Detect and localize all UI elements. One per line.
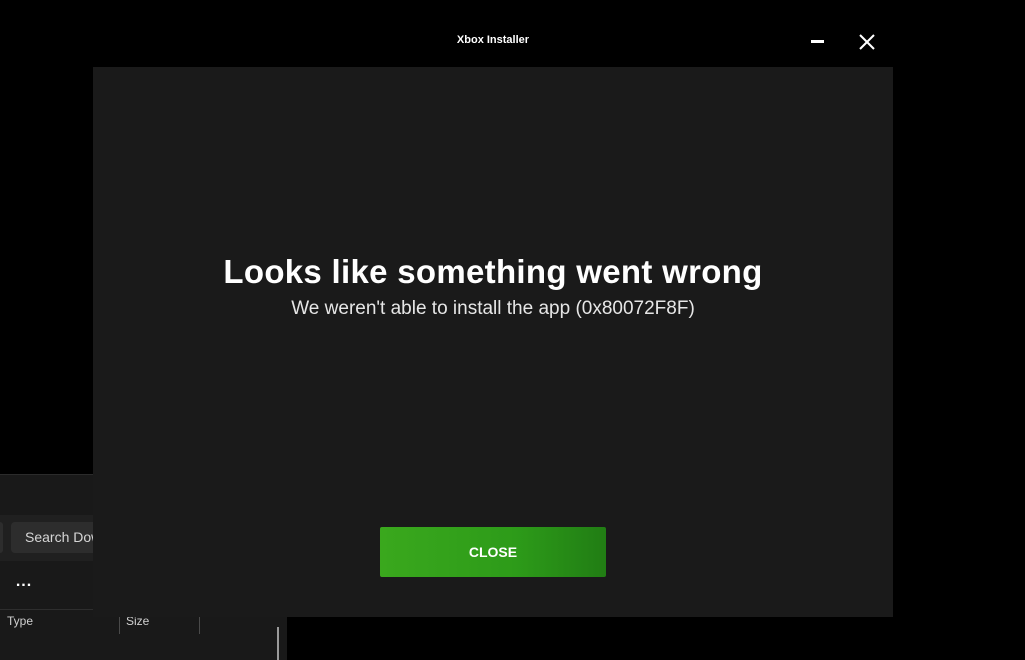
background-address-bar-edge[interactable]: [0, 522, 3, 553]
column-header-type[interactable]: Type: [7, 614, 33, 628]
close-icon: [859, 34, 875, 50]
minimize-button[interactable]: [801, 26, 833, 58]
window-title: Xbox Installer: [456, 34, 530, 46]
error-detail: We weren't able to install the app (0x80…: [291, 298, 695, 319]
installer-panel: Looks like something went wrong We weren…: [93, 67, 893, 617]
minimize-icon: [811, 40, 824, 43]
error-headline: Looks like something went wrong: [223, 253, 763, 290]
background-scrollbar[interactable]: [277, 627, 279, 660]
close-button[interactable]: CLOSE: [380, 527, 606, 577]
column-divider[interactable]: [199, 617, 200, 634]
more-options-button[interactable]: ...: [12, 572, 36, 596]
window-close-button[interactable]: [851, 26, 883, 58]
background-search-box[interactable]: Search Dow: [11, 522, 93, 553]
column-divider[interactable]: [119, 617, 120, 634]
